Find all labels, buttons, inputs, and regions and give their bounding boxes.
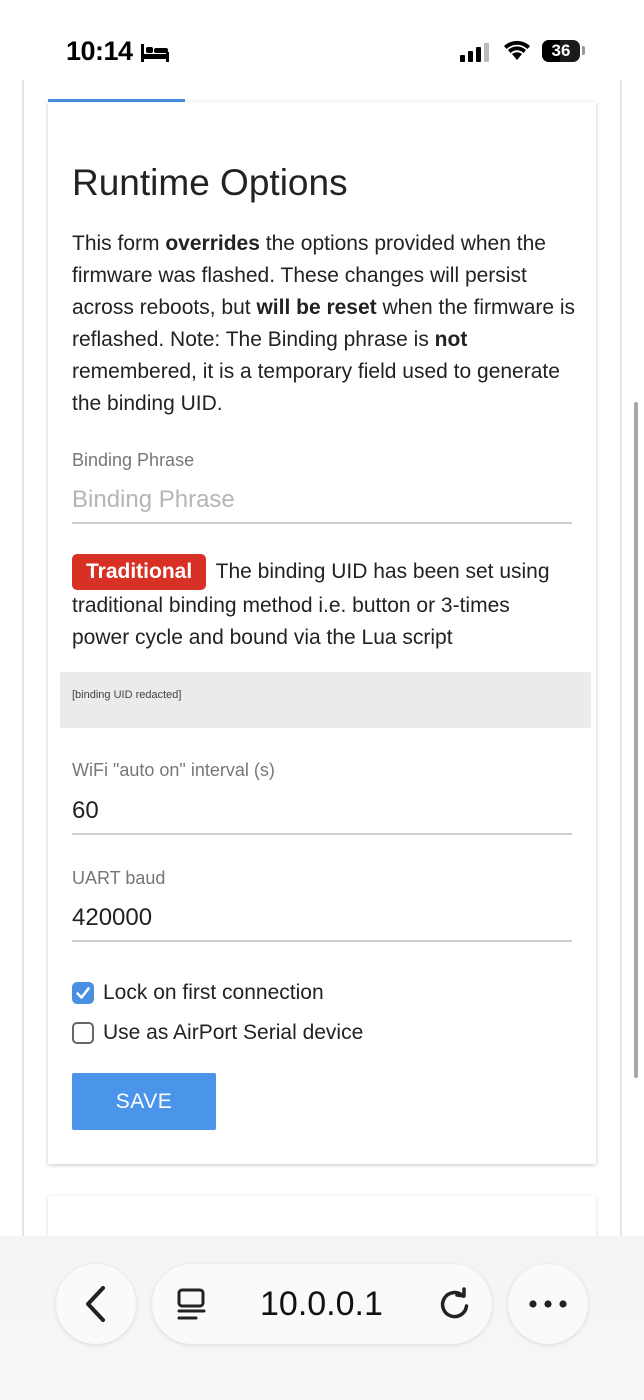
runtime-options-card: Runtime Options This form overrides the … xyxy=(48,102,596,1164)
lock-first-connection-label: Lock on first connection xyxy=(103,981,324,1004)
wifi-icon xyxy=(504,40,530,60)
wifi-interval-input[interactable] xyxy=(72,789,572,835)
more-button[interactable] xyxy=(508,1264,588,1344)
airport-serial-checkbox[interactable] xyxy=(72,1022,94,1044)
reload-icon[interactable] xyxy=(438,1286,472,1322)
airport-serial-row[interactable]: Use as AirPort Serial device xyxy=(72,1018,363,1048)
airport-serial-label: Use as AirPort Serial device xyxy=(103,1021,364,1044)
battery-icon: 36 xyxy=(542,40,580,62)
intro-text: This form overrides the options provided… xyxy=(72,228,582,420)
uart-baud-label: UART baud xyxy=(72,868,166,888)
binding-uid-text: [binding UID redacted] xyxy=(72,689,182,701)
page-title: Runtime Options xyxy=(72,162,348,203)
uart-baud-input[interactable] xyxy=(72,896,572,942)
intro-segment: This form xyxy=(72,232,166,255)
binding-notice: Traditional The binding UID has been set… xyxy=(72,554,572,654)
binding-uid-box: [binding UID redacted] xyxy=(60,672,591,728)
lock-first-connection-row[interactable]: Lock on first connection xyxy=(72,978,324,1008)
intro-bold: overrides xyxy=(165,232,260,255)
reader-mode-icon[interactable] xyxy=(176,1288,208,1322)
lock-first-connection-checkbox[interactable] xyxy=(72,982,94,1004)
intro-segment: remembered, it is a temporary field used… xyxy=(72,360,560,415)
back-button[interactable] xyxy=(56,1264,136,1344)
chevron-left-icon xyxy=(86,1286,105,1322)
url-text[interactable]: 10.0.0.1 xyxy=(260,1285,383,1324)
cellular-signal-icon xyxy=(460,43,489,62)
wifi-interval-label: WiFi "auto on" interval (s) xyxy=(72,760,275,780)
binding-phrase-input[interactable] xyxy=(72,478,572,524)
binding-phrase-label: Binding Phrase xyxy=(72,450,195,470)
more-icon xyxy=(529,1300,567,1308)
bed-icon xyxy=(141,44,169,62)
save-button[interactable]: SAVE xyxy=(72,1073,216,1130)
scrollbar[interactable] xyxy=(634,402,638,1078)
battery-cap xyxy=(582,46,585,55)
intro-bold: will be reset xyxy=(256,296,377,319)
status-bar: 10:14 36 xyxy=(0,0,644,80)
status-badge: Traditional xyxy=(72,554,207,590)
intro-bold: not xyxy=(434,328,468,351)
address-bar[interactable]: 10.0.0.1 xyxy=(152,1264,492,1344)
battery-level: 36 xyxy=(551,41,571,60)
status-time: 10:14 xyxy=(66,36,133,66)
checkmark-icon xyxy=(76,987,90,999)
